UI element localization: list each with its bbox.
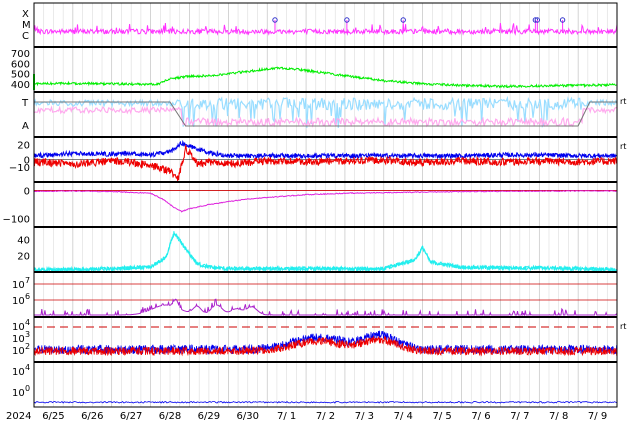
dst-tick-label: 0 [24,186,30,197]
x-tick-label: 7/ 9 [588,411,607,422]
kp-tick-label: 20 [17,252,30,263]
electron-tick-label: 10 [12,334,25,345]
x-tick-label: 6/28 [159,411,181,422]
proton-tick-exponent: 7 [25,276,30,285]
electron-tick-exponent: 2 [25,342,30,351]
electron-low-tick-exponent: 4 [25,363,30,372]
electron-low-tick-label: 10 [12,367,25,378]
x-tick-label: 7/ 3 [355,411,374,422]
electron-low-tick-label: 10 [12,388,25,399]
x-tick-label: 7/ 4 [394,411,413,422]
dst-tick-label: −100 [3,215,30,226]
x-tick-label: 6/26 [81,411,103,422]
panel-8: 10 410 310 2rt [12,316,626,363]
panel-7: 10 710 6 [12,271,618,318]
electron-low-tick-exponent: 0 [25,384,30,393]
temp-label-t: T [21,98,29,109]
panel-2: 700600500400 [11,46,618,93]
x-tick-label: 6/25 [42,411,64,422]
x-axis: 2024 6/25 6/26 6/27 6/28 6/29 6/30 7/ 1 7/ 2 7/ … [6,411,607,422]
x-tick-label: 7/ 1 [277,411,296,422]
xray-class-label: X [22,9,29,20]
panel-4: 200−10rt [9,136,626,183]
x-tick-label: 7/ 5 [432,411,451,422]
imf-right-label: rt [620,142,626,151]
temp-label-a: A [22,121,29,132]
electron-tick-exponent: 3 [25,330,30,339]
imf-tick-label: 20 [17,141,30,152]
x-tick-label: 7/ 6 [471,411,490,422]
electron-tick-label: 10 [12,322,25,333]
kp-tick-label: 40 [17,235,30,246]
x-tick-label: 7/ 8 [549,411,568,422]
panel-6: 40 20 [17,226,618,273]
x-tick-label: 6/29 [198,411,220,422]
imf-tick-label: −10 [9,163,30,174]
x-tick-label: 7/ 7 [510,411,529,422]
panel-1: XMC [22,2,618,48]
x-tick-label: 6/30 [237,411,259,422]
proton-tick-exponent: 6 [25,292,30,301]
panel-9: 10 410 0 [12,361,618,408]
electron-tick-exponent: 4 [25,318,30,327]
space-weather-chart: XMC700600500400TArt200−10rt0−100402010 71… [3,2,626,422]
x-tick-label: 7/ 2 [316,411,335,422]
proton-tick-label: 10 [12,296,25,307]
density-tick-label: 400 [11,80,30,91]
year-label: 2024 [6,411,31,422]
chart-panels: XMC700600500400TArt200−10rt0−100402010 71… [3,2,626,408]
xray-class-label: M [22,20,31,31]
xray-class-label: C [22,31,29,42]
panel-5: 0 −100 [3,181,618,228]
proton-tick-label: 10 [12,280,25,291]
temp-right-label: rt [620,97,626,106]
panel-3: T Art [21,91,626,138]
electron-tick-label: 10 [12,346,25,357]
x-tick-label: 6/27 [120,411,142,422]
electron-right-label: rt [620,322,626,331]
